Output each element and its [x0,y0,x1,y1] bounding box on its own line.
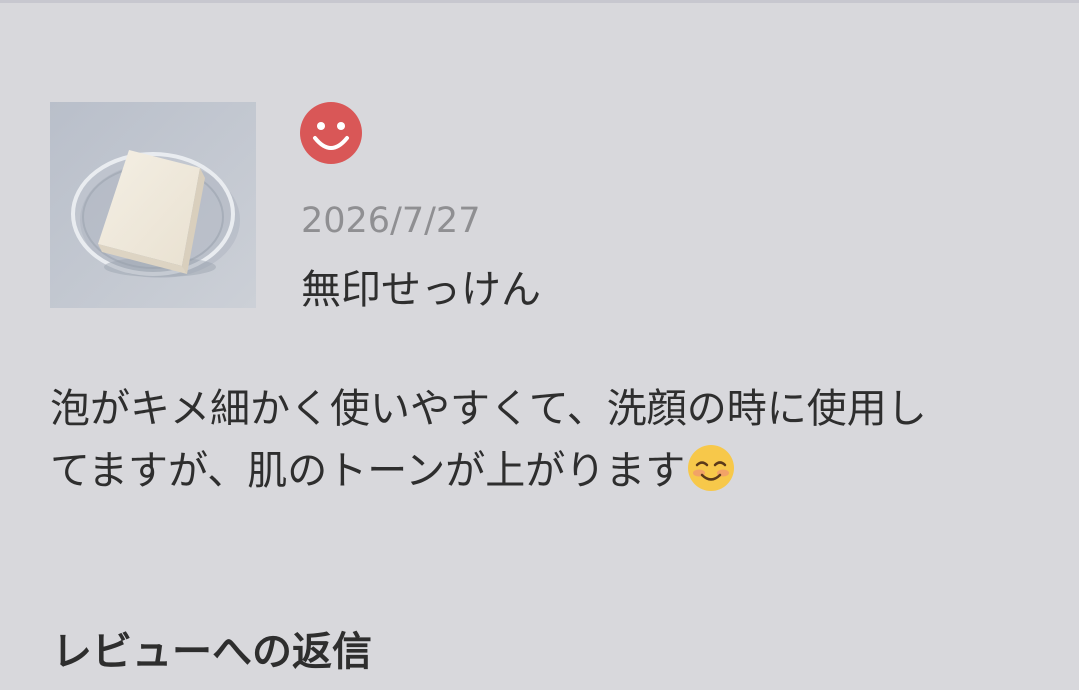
smiling-face-with-blush-emoji-icon [688,445,735,491]
review-text-line: てますが、肌のトーンが上がります [50,440,1040,502]
soap-photo [50,102,256,308]
review-text: 泡がキメ細かく使いやすくて、洗顔の時に使用し てますが、肌のトーンが上がります [50,378,1040,502]
product-name[interactable]: 無印せっけん [301,262,541,318]
review-text-line: 泡がキメ細かく使いやすくて、洗顔の時に使用し [50,386,927,432]
product-thumbnail[interactable] [50,102,256,308]
smiling-face-icon [300,102,362,164]
review-card: 2026/7/27 無印せっけん 泡がキメ細かく使いやすくて、洗顔の時に使用し … [0,0,1079,690]
reply-section-heading: レビューへの返信 [52,629,372,675]
review-date: 2026/7/27 [301,201,481,241]
review-text-segment: てますが、肌のトーンが上がります [50,448,686,494]
